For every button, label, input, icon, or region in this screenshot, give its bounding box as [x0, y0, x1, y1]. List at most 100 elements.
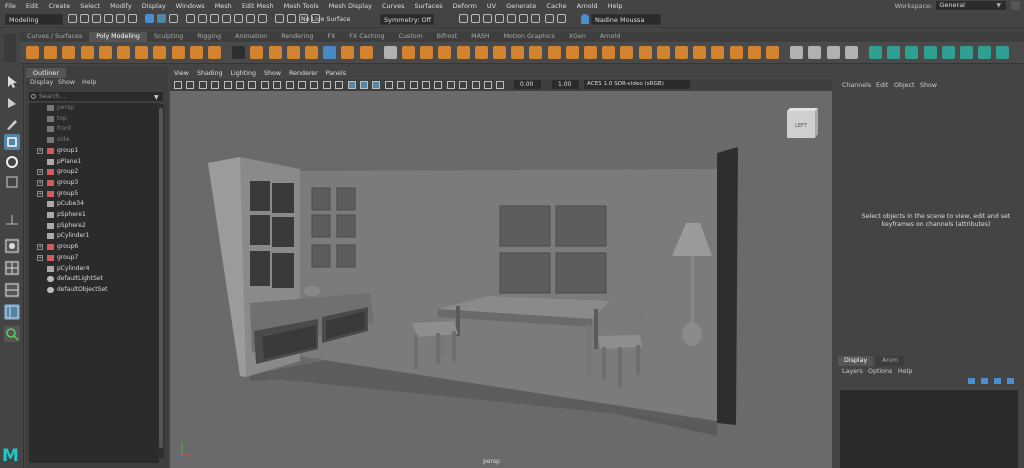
shelf-tool-icon[interactable] [790, 46, 804, 59]
menu-arnold[interactable]: Arnold [572, 2, 603, 10]
shelf-tool-icon[interactable] [620, 46, 634, 59]
viewport-tool-icon[interactable] [260, 81, 269, 89]
menu-create[interactable]: Create [43, 2, 75, 10]
status-line-tool-icon[interactable] [68, 14, 77, 23]
menu-mesh-display[interactable]: Mesh Display [324, 2, 377, 10]
shelf-tab-poly-modeling[interactable]: Poly Modeling [89, 32, 147, 42]
viewport-tool-icon[interactable] [236, 81, 244, 89]
outliner-item-group7[interactable]: + group7 [29, 253, 159, 263]
shelf-tab-fx[interactable]: FX [320, 32, 342, 42]
search-icon[interactable] [4, 326, 20, 342]
viewport-tool-icon[interactable] [360, 81, 368, 89]
move-tool-icon[interactable] [4, 134, 20, 150]
status-line-tool-icon[interactable] [116, 14, 125, 23]
shelf-tool-icon[interactable] [250, 46, 264, 59]
expand-icon[interactable]: + [37, 179, 43, 186]
scale-tool-icon[interactable] [4, 174, 20, 190]
workspace-selector[interactable]: Workspace: General ▼ [895, 0, 1020, 11]
expand-icon[interactable]: + [37, 244, 43, 251]
viewport-menu-renderer[interactable]: Renderer [285, 70, 322, 79]
shelf-tool-icon[interactable] [98, 46, 112, 59]
exposure-field[interactable]: 1.00 [552, 80, 579, 89]
status-line-tool-icon[interactable] [157, 14, 166, 23]
shelf-tool-icon[interactable] [675, 46, 688, 59]
outliner-item-pCylinder4[interactable]: pCylinder4 [29, 264, 159, 274]
viewport-menu-panels[interactable]: Panels [322, 70, 350, 79]
viewport-tool-icon[interactable] [298, 81, 306, 89]
outliner-item-defaultLightSet[interactable]: defaultLightSet [29, 274, 159, 284]
shelf-tool-icon[interactable] [474, 46, 488, 59]
layout-single-pane-icon[interactable] [4, 238, 20, 254]
lasso-tool-icon[interactable] [4, 96, 20, 112]
shelf-tool-icon[interactable] [584, 46, 597, 59]
viewport-tool-icon[interactable] [186, 81, 195, 89]
status-line-tool-icon[interactable] [145, 14, 154, 23]
menu-edit-mesh[interactable]: Edit Mesh [237, 2, 279, 10]
shelf-tool-icon[interactable] [420, 46, 434, 59]
shelf-tool-icon[interactable] [438, 46, 452, 59]
shelf-tool-icon[interactable] [305, 46, 318, 59]
layout-four-pane-icon[interactable] [4, 260, 20, 276]
viewport-tool-icon[interactable] [397, 81, 406, 89]
workspace-lock-icon[interactable] [1011, 1, 1020, 10]
shelf-tool-icon[interactable] [268, 46, 282, 59]
status-line-tool-icon[interactable] [222, 14, 231, 23]
shelf-tool-icon[interactable] [383, 46, 397, 59]
shelf-tool-icon[interactable] [693, 46, 707, 59]
status-line-tool-icon[interactable] [287, 14, 296, 23]
render-tool-icon[interactable] [557, 14, 566, 23]
channelbox-menu-show[interactable]: Show [920, 82, 937, 89]
shelf-tool-icon[interactable] [323, 46, 337, 59]
status-line-tool-icon[interactable] [186, 14, 195, 23]
outliner-item-pSphere1[interactable]: pSphere1 [29, 210, 159, 220]
tab-anim[interactable]: Anim [876, 356, 905, 366]
shelf-tool-icon[interactable] [511, 46, 525, 59]
shelf-tool-icon[interactable] [656, 46, 670, 59]
viewport-tool-icon[interactable] [372, 81, 381, 89]
shelf-tool-icon[interactable] [978, 46, 992, 59]
outliner-item-group5[interactable]: + group5 [29, 189, 159, 199]
rotate-tool-icon[interactable] [4, 154, 20, 170]
shelf-tool-icon[interactable] [62, 46, 76, 59]
status-line-tool-icon[interactable] [234, 14, 243, 23]
viewport-tool-icon[interactable] [471, 81, 480, 89]
viewport-tool-icon[interactable] [446, 81, 455, 89]
outliner-item-defaultObjectSet[interactable]: defaultObjectSet [29, 285, 159, 295]
layer-down-icon[interactable] [1007, 378, 1014, 384]
new-layer-selected-icon[interactable] [981, 378, 988, 384]
shelf-tool-icon[interactable] [44, 46, 58, 59]
status-line-tool-icon[interactable] [169, 14, 178, 23]
layout-two-pane-icon[interactable] [4, 282, 20, 298]
viewport-tool-icon[interactable] [285, 81, 294, 89]
expand-icon[interactable]: + [37, 190, 43, 197]
shelf-tab-rigging[interactable]: Rigging [190, 32, 228, 42]
menu-cache[interactable]: Cache [541, 2, 571, 10]
shelf-tool-icon[interactable] [808, 46, 822, 59]
menu-select[interactable]: Select [75, 2, 105, 10]
shelf-tool-icon[interactable] [960, 46, 973, 59]
shelf-tool-icon[interactable] [565, 46, 579, 59]
menu-display[interactable]: Display [137, 2, 171, 10]
viewport-tool-icon[interactable] [384, 81, 393, 89]
shelf-tool-icon[interactable] [341, 46, 355, 59]
tab-display[interactable]: Display [838, 356, 874, 366]
shelf-tool-icon[interactable] [869, 46, 882, 59]
menu-surfaces[interactable]: Surfaces [410, 2, 448, 10]
status-line-tool-icon[interactable] [210, 14, 219, 23]
color-space-dropdown[interactable]: ACES 1.0 SDR-video (sRGB) [584, 80, 690, 89]
layer-menu-layers[interactable]: Layers [842, 368, 863, 375]
viewport-menu-lighting[interactable]: Lighting [227, 70, 260, 79]
shelf-tool-icon[interactable] [638, 46, 652, 59]
status-line-tool-icon[interactable] [104, 14, 113, 23]
shelf-tab-fx-caching[interactable]: FX Caching [342, 32, 391, 42]
chevron-down-icon[interactable]: ▼ [154, 94, 159, 101]
shelf-tool-icon[interactable] [493, 46, 506, 59]
layer-up-icon[interactable] [994, 378, 1001, 384]
layer-menu-help[interactable]: Help [898, 368, 912, 375]
viewport-tool-icon[interactable] [496, 81, 505, 89]
shelf-tab-motion-graphics[interactable]: Motion Graphics [497, 32, 562, 42]
viewport-menu-show[interactable]: Show [260, 70, 285, 79]
shelf-tab-bifrost[interactable]: Bifrost [430, 32, 464, 42]
layout-outliner-persp-icon[interactable] [4, 304, 20, 320]
outliner-menu-show[interactable]: Show [58, 79, 75, 86]
